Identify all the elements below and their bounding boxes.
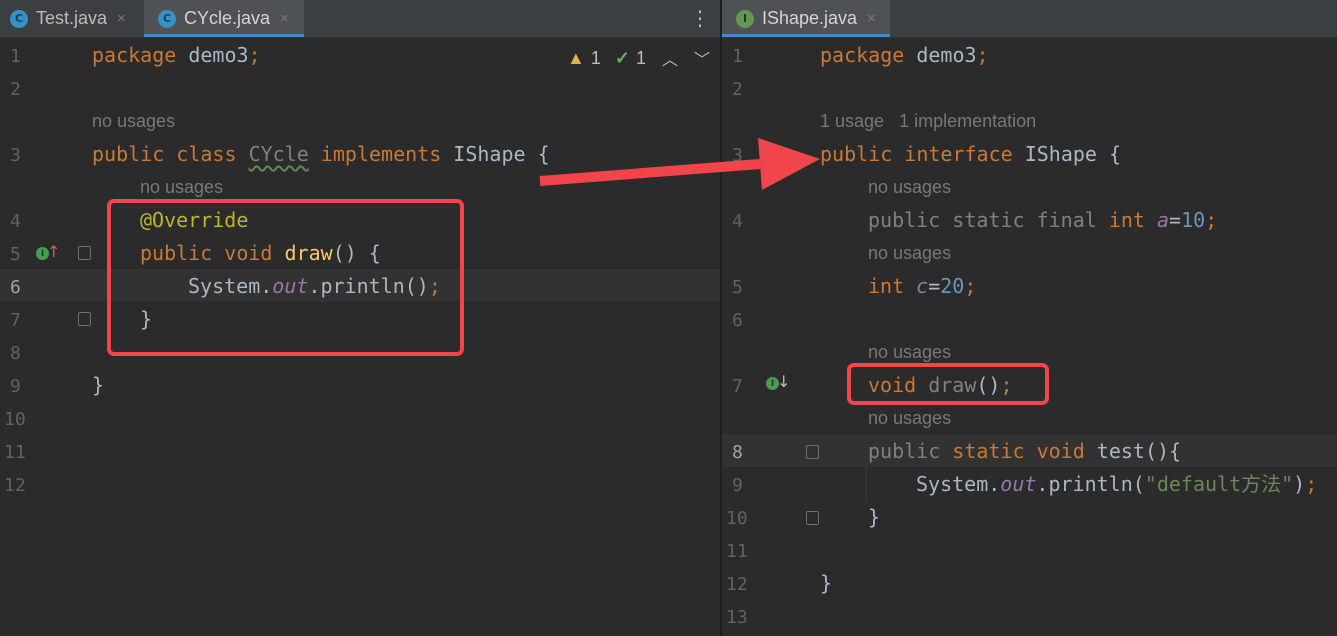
usages-hint[interactable]: no usages	[140, 177, 223, 198]
highlight-box	[847, 363, 1049, 405]
more-options-icon[interactable]: ⋮	[690, 8, 710, 28]
line-number: 6	[732, 310, 743, 331]
code-line-4[interactable]: public static final int a=10;	[868, 204, 1217, 237]
tab-label: Test.java	[36, 8, 108, 28]
tab-cycle-java[interactable]: C CYcle.java ×	[144, 0, 304, 37]
line-number: 7	[10, 310, 21, 331]
line-number: 4	[10, 211, 21, 232]
line-number: 3	[10, 145, 21, 166]
fold-open-icon[interactable]	[806, 445, 819, 459]
fold-close-icon[interactable]	[806, 511, 819, 525]
line-number: 12	[726, 574, 748, 595]
code-line-5[interactable]: int c=20;	[868, 270, 976, 303]
line-number: 6	[10, 277, 21, 298]
close-icon[interactable]: ×	[117, 10, 126, 27]
line-number: 2	[10, 79, 21, 100]
code-line-3[interactable]: public interface IShape {	[820, 138, 1121, 171]
java-class-icon: C	[158, 9, 176, 28]
line-number: 12	[4, 475, 26, 496]
line-number: 2	[732, 79, 743, 100]
warning-icon: ▲	[567, 47, 585, 68]
line-number: 10	[4, 409, 26, 430]
code-line-12[interactable]: }	[820, 567, 832, 600]
line-number: 5	[732, 277, 743, 298]
usages-hint[interactable]: no usages	[868, 243, 951, 264]
code-line-1[interactable]: package demo3;	[92, 39, 261, 72]
usages-hint[interactable]: 1 usage 1 implementation	[820, 111, 1036, 132]
close-icon[interactable]: ×	[867, 10, 876, 27]
line-number: 1	[732, 46, 743, 67]
code-line-1[interactable]: package demo3;	[820, 39, 989, 72]
warning-count: 1	[590, 47, 601, 68]
code-line-8[interactable]: public static void test(){	[868, 435, 1181, 468]
usages-hint[interactable]: no usages	[92, 111, 175, 132]
highlight-box	[107, 199, 464, 356]
inspection-widget[interactable]: ▲ 1 ✓ 1 ︿ ﹀	[567, 46, 710, 70]
weak-warning-icon: ✓	[614, 47, 630, 68]
line-number: 10	[726, 508, 748, 529]
line-number: 8	[732, 442, 743, 463]
indent-guide	[866, 467, 867, 500]
left-tab-bar: C Test.java × C CYcle.java × ⋮	[0, 0, 720, 38]
tab-ishape-java[interactable]: I IShape.java ×	[722, 0, 890, 37]
fold-open-icon[interactable]	[78, 246, 91, 260]
line-number: 7	[732, 376, 743, 397]
line-number: 9	[10, 376, 21, 397]
code-line-10[interactable]: }	[868, 501, 880, 534]
line-number: 13	[726, 607, 748, 628]
code-line-3[interactable]: public class CYcle implements IShape {	[92, 138, 550, 171]
code-line-9[interactable]: System.out.println("default方法");	[916, 468, 1317, 501]
chevron-down-icon[interactable]: ﹀	[694, 46, 710, 70]
line-number: 11	[4, 442, 26, 463]
weak-warning-count: 1	[635, 47, 646, 68]
close-icon[interactable]: ×	[280, 10, 289, 27]
usages-hint[interactable]: no usages	[868, 408, 951, 429]
line-number: 3	[732, 145, 743, 166]
line-number: 9	[732, 475, 743, 496]
line-number: 11	[726, 541, 748, 562]
chevron-up-icon[interactable]: ︿	[662, 46, 678, 70]
usages-hint[interactable]: no usages	[868, 177, 951, 198]
left-editor-pane[interactable]: C Test.java × C CYcle.java × ⋮ ▲ 1 ✓ 1 ︿…	[0, 0, 720, 636]
tab-label: IShape.java	[762, 8, 858, 28]
line-number: 8	[10, 343, 21, 364]
right-tab-bar: I IShape.java ×	[722, 0, 1337, 38]
arrow-up-icon[interactable]: ↑	[47, 242, 60, 261]
usages-hint[interactable]: no usages	[868, 342, 951, 363]
code-line-9[interactable]: }	[92, 369, 104, 402]
tab-label: CYcle.java	[184, 8, 271, 28]
line-number: 4	[732, 211, 743, 232]
line-number: 1	[10, 46, 21, 67]
arrow-down-icon[interactable]: ↓	[777, 372, 790, 391]
fold-close-icon[interactable]	[78, 312, 91, 326]
right-editor-pane[interactable]: I IShape.java × 1 2 3 4 5 6 7 8 9 10 11 …	[722, 0, 1337, 636]
java-interface-icon: I	[736, 9, 754, 28]
tab-test-java[interactable]: C Test.java ×	[0, 0, 152, 37]
java-class-icon: C	[10, 9, 28, 28]
